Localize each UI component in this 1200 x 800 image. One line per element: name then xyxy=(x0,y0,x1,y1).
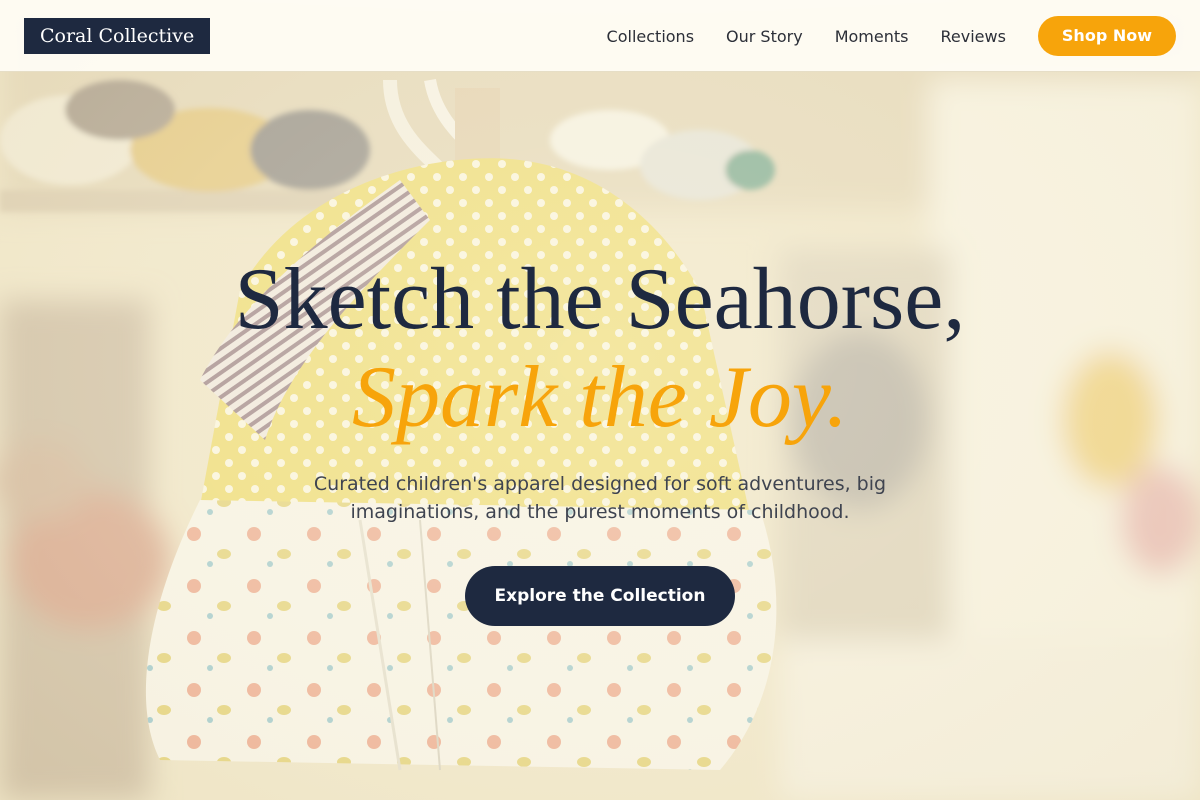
hero-subtitle: Curated children's apparel designed for … xyxy=(313,473,887,523)
nav-link-moments[interactable]: Moments xyxy=(835,27,909,46)
explore-collection-button[interactable]: Explore the Collection xyxy=(465,566,735,626)
landing-page: Coral Collective Collections Our Story M… xyxy=(0,0,1200,800)
nav-link-reviews[interactable]: Reviews xyxy=(940,27,1005,46)
site-header: Coral Collective Collections Our Story M… xyxy=(0,0,1200,72)
brand-logo[interactable]: Coral Collective xyxy=(24,18,211,54)
nav-link-collections[interactable]: Collections xyxy=(607,27,694,46)
nav-link-our-story[interactable]: Our Story xyxy=(726,27,803,46)
shop-now-button[interactable]: Shop Now xyxy=(1037,16,1176,56)
hero-headline-accent: Spark the Joy. xyxy=(351,349,849,446)
main-nav: Collections Our Story Moments Reviews Sh… xyxy=(607,16,1176,56)
hero-headline: Sketch the Seahorse, xyxy=(234,251,966,348)
